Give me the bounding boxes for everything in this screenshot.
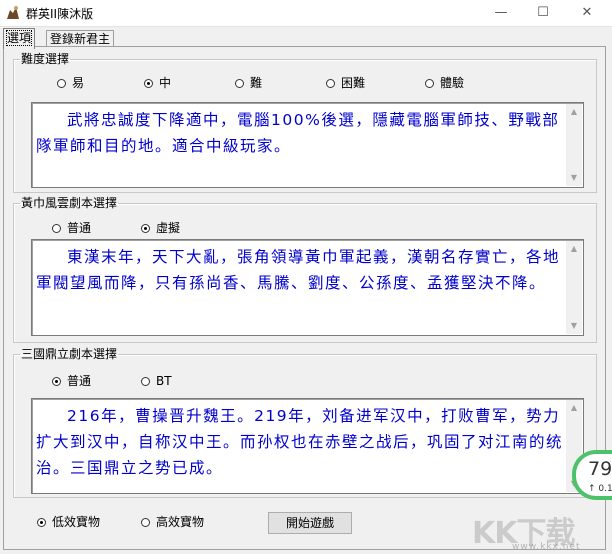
maximize-button[interactable]: ☐ bbox=[522, 0, 564, 26]
tab-options-label: 選項 bbox=[5, 30, 33, 46]
yellow-turban-radio-normal[interactable]: 普通 bbox=[52, 220, 91, 236]
difficulty-radio-medium[interactable]: 中 bbox=[144, 75, 171, 91]
badge-value: 79 bbox=[588, 458, 612, 480]
radio-label: 普通 bbox=[67, 374, 92, 388]
radio-dot bbox=[141, 224, 150, 233]
radio-label: 虛擬 bbox=[156, 221, 181, 235]
treasure-radio-low[interactable]: 低效寶物 bbox=[37, 514, 100, 530]
radio-label: 難 bbox=[250, 76, 263, 90]
radio-label: BT bbox=[156, 374, 172, 388]
tab-options[interactable]: 選項 bbox=[3, 28, 36, 49]
scroll-up-icon[interactable]: ▲ bbox=[566, 400, 582, 416]
badge-sub-label: ↑ 0.1K bbox=[588, 484, 612, 494]
tab-strip: 選項 登錄新君主 bbox=[0, 28, 612, 49]
minimize-button[interactable]: — bbox=[480, 0, 522, 26]
radio-label: 低效寶物 bbox=[52, 515, 101, 529]
title-bar: 群英II陳沐版 — ☐ ✕ bbox=[0, 0, 612, 27]
scroll-down-icon[interactable]: ▼ bbox=[566, 170, 582, 186]
overlay-badge[interactable]: 79 ↑ 0.1K bbox=[572, 450, 612, 500]
radio-label: 普通 bbox=[67, 221, 92, 235]
radio-dot bbox=[52, 377, 61, 386]
close-button[interactable]: ✕ bbox=[566, 0, 608, 26]
radio-dot bbox=[425, 79, 434, 88]
three-kingdoms-radio-normal[interactable]: 普通 bbox=[52, 373, 91, 389]
radio-dot bbox=[235, 79, 244, 88]
radio-dot bbox=[144, 79, 153, 88]
three-kingdoms-description-box[interactable]: 216年，曹操晋升魏王。219年，刘备进军汉中，打败曹军，势力扩大到汉中，自称汉… bbox=[31, 398, 584, 494]
app-icon bbox=[7, 6, 19, 19]
radio-label: 中 bbox=[159, 76, 172, 90]
tab-register-lord-label: 登錄新君主 bbox=[50, 32, 111, 46]
scroll-down-icon[interactable]: ▼ bbox=[566, 318, 582, 334]
difficulty-radio-experience[interactable]: 體驗 bbox=[425, 75, 464, 91]
difficulty-radio-very-hard[interactable]: 困難 bbox=[326, 75, 365, 91]
radio-dot bbox=[52, 224, 61, 233]
options-panel: 難度選擇 易 中 難 困難 體驗 武將忠誠度下降適中，電腦100%後選，隱藏電腦… bbox=[3, 46, 606, 550]
radio-dot bbox=[141, 518, 150, 527]
difficulty-legend: 難度選擇 bbox=[21, 52, 70, 66]
three-kingdoms-legend: 三國鼎立劇本選擇 bbox=[21, 347, 118, 361]
difficulty-description-box[interactable]: 武將忠誠度下降適中，電腦100%後選，隱藏電腦軍師技、野戰部隊軍師和目的地。適合… bbox=[31, 102, 584, 188]
radio-dot bbox=[37, 518, 46, 527]
window-title: 群英II陳沐版 bbox=[26, 7, 94, 21]
difficulty-radio-easy[interactable]: 易 bbox=[57, 75, 84, 91]
yellow-turban-description: 東漢末年，天下大亂，張角領導黃巾軍起義，漢朝名存實亡，各地軍閥望風而降，只有孫尚… bbox=[36, 248, 561, 292]
radio-dot bbox=[326, 79, 335, 88]
yellow-turban-scrollbar[interactable]: ▲ ▼ bbox=[566, 241, 582, 334]
difficulty-radio-hard[interactable]: 難 bbox=[235, 75, 262, 91]
difficulty-scrollbar[interactable]: ▲ ▼ bbox=[566, 104, 582, 186]
yellow-turban-legend: 黃巾風雲劇本選擇 bbox=[21, 196, 118, 210]
scroll-up-icon[interactable]: ▲ bbox=[566, 104, 582, 120]
radio-label: 體驗 bbox=[440, 76, 465, 90]
radio-dot bbox=[57, 79, 66, 88]
difficulty-description: 武將忠誠度下降適中，電腦100%後選，隱藏電腦軍師技、野戰部隊軍師和目的地。適合… bbox=[36, 111, 560, 155]
start-game-button[interactable]: 開始遊戲 bbox=[268, 512, 352, 534]
radio-label: 高效寶物 bbox=[156, 515, 205, 529]
radio-label: 困難 bbox=[341, 76, 366, 90]
yellow-turban-radio-virtual[interactable]: 虛擬 bbox=[141, 220, 180, 236]
yellow-turban-description-box[interactable]: 東漢末年，天下大亂，張角領導黃巾軍起義，漢朝名存實亡，各地軍閥望風而降，只有孫尚… bbox=[31, 239, 584, 336]
three-kingdoms-description: 216年，曹操晋升魏王。219年，刘备进军汉中，打败曹军，势力扩大到汉中，自称汉… bbox=[36, 407, 564, 477]
three-kingdoms-radio-bt[interactable]: BT bbox=[141, 373, 172, 389]
radio-label: 易 bbox=[72, 76, 85, 90]
radio-dot bbox=[141, 377, 150, 386]
treasure-radio-high[interactable]: 高效寶物 bbox=[141, 514, 204, 530]
scroll-up-icon[interactable]: ▲ bbox=[566, 241, 582, 257]
